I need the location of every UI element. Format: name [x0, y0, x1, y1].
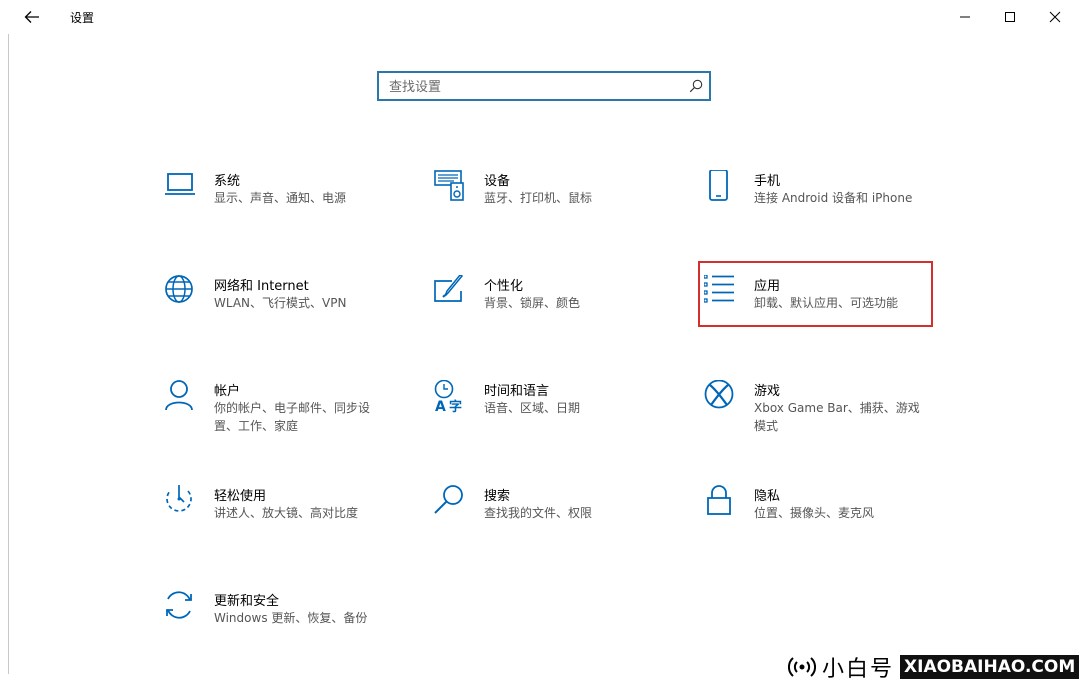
search-magnifier-icon — [434, 485, 463, 514]
category-accounts[interactable]: 帐户 你的帐户、电子邮件、同步设置、工作、家庭 — [164, 380, 404, 450]
xbox-icon — [704, 380, 734, 409]
category-name: 时间和语言 — [484, 384, 550, 399]
category-system[interactable]: 系统 显示、声音、通知、电源 — [164, 170, 404, 240]
category-description: 讲述人、放大镜、高对比度 — [214, 506, 359, 520]
category-name: 手机 — [754, 174, 781, 189]
category-description: 语音、区域、日期 — [484, 401, 581, 415]
minimize-icon — [960, 16, 970, 18]
highlight-box — [698, 261, 933, 327]
category-description: 位置、摄像头、麦克风 — [754, 506, 875, 520]
category-update-security[interactable]: 更新和安全 Windows 更新、恢复、备份 — [164, 590, 404, 660]
category-personalization[interactable]: 个性化 背景、锁屏、颜色 — [434, 275, 674, 345]
watermark-text-cn: 小白号 — [822, 657, 895, 682]
svg-text:A: A — [435, 399, 446, 414]
category-phone[interactable]: 手机 连接 Android 设备和 iPhone — [704, 170, 944, 240]
category-time-language[interactable]: A 字 时间和语言 语音、区域、日期 — [434, 380, 674, 450]
devices-icon — [434, 170, 464, 201]
category-name: 帐户 — [214, 384, 241, 399]
search-icon[interactable] — [689, 79, 703, 93]
category-name: 轻松使用 — [214, 489, 267, 504]
category-description: WLAN、飞行模式、VPN — [214, 296, 347, 310]
category-description: 背景、锁屏、颜色 — [484, 296, 581, 310]
laptop-icon — [165, 173, 195, 195]
category-description: 你的帐户、电子邮件、同步设置、工作、家庭 — [214, 401, 371, 433]
category-name: 更新和安全 — [214, 594, 280, 609]
category-name: 隐私 — [754, 489, 781, 504]
search-box[interactable] — [377, 71, 711, 101]
category-search[interactable]: 搜索 查找我的文件、权限 — [434, 485, 674, 555]
category-network[interactable]: 网络和 Internet WLAN、飞行模式、VPN — [164, 275, 404, 345]
search-input[interactable] — [387, 77, 681, 97]
globe-icon — [165, 275, 193, 303]
ease-of-access-icon — [166, 485, 192, 512]
minimize-button[interactable] — [950, 4, 980, 30]
time-language-icon: A 字 — [434, 380, 462, 414]
maximize-button[interactable] — [995, 4, 1025, 30]
category-devices[interactable]: 设备 蓝牙、打印机、鼠标 — [434, 170, 674, 240]
person-icon — [165, 380, 193, 411]
close-button[interactable] — [1040, 4, 1070, 30]
category-name: 游戏 — [754, 384, 781, 399]
category-description: 查找我的文件、权限 — [484, 506, 593, 520]
window-title: 设置 — [70, 11, 95, 25]
svg-text:字: 字 — [449, 399, 462, 414]
category-name: 网络和 Internet — [214, 279, 309, 294]
phone-icon — [709, 170, 728, 201]
category-name: 设备 — [484, 174, 511, 189]
close-icon — [1049, 11, 1061, 23]
maximize-icon — [1005, 12, 1015, 22]
category-description: Windows 更新、恢复、备份 — [214, 611, 368, 625]
paint-icon — [434, 275, 464, 302]
watermark-badge: 小白号 XIAOBAIHAO.COM — [784, 648, 1087, 686]
category-name: 搜索 — [484, 489, 511, 504]
category-description: Xbox Game Bar、捕获、游戏模式 — [754, 401, 920, 433]
watermark-text-en: XIAOBAIHAO.COM — [900, 655, 1080, 679]
category-description: 显示、声音、通知、电源 — [214, 191, 347, 205]
category-description: 蓝牙、打印机、鼠标 — [484, 191, 593, 205]
category-description: 连接 Android 设备和 iPhone — [754, 191, 913, 205]
back-arrow-icon — [24, 11, 39, 23]
category-name: 个性化 — [484, 279, 524, 294]
category-privacy[interactable]: 隐私 位置、摄像头、麦克风 — [704, 485, 944, 555]
window-border — [8, 34, 9, 674]
category-name: 系统 — [214, 174, 241, 189]
title-bar: 设置 — [0, 0, 1087, 34]
back-button[interactable] — [18, 6, 46, 28]
sync-icon — [166, 591, 192, 619]
lock-icon — [707, 485, 731, 515]
category-gaming[interactable]: 游戏 Xbox Game Bar、捕获、游戏模式 — [704, 380, 944, 450]
category-ease-of-access[interactable]: 轻松使用 讲述人、放大镜、高对比度 — [164, 485, 404, 555]
broadcast-icon — [788, 657, 816, 677]
